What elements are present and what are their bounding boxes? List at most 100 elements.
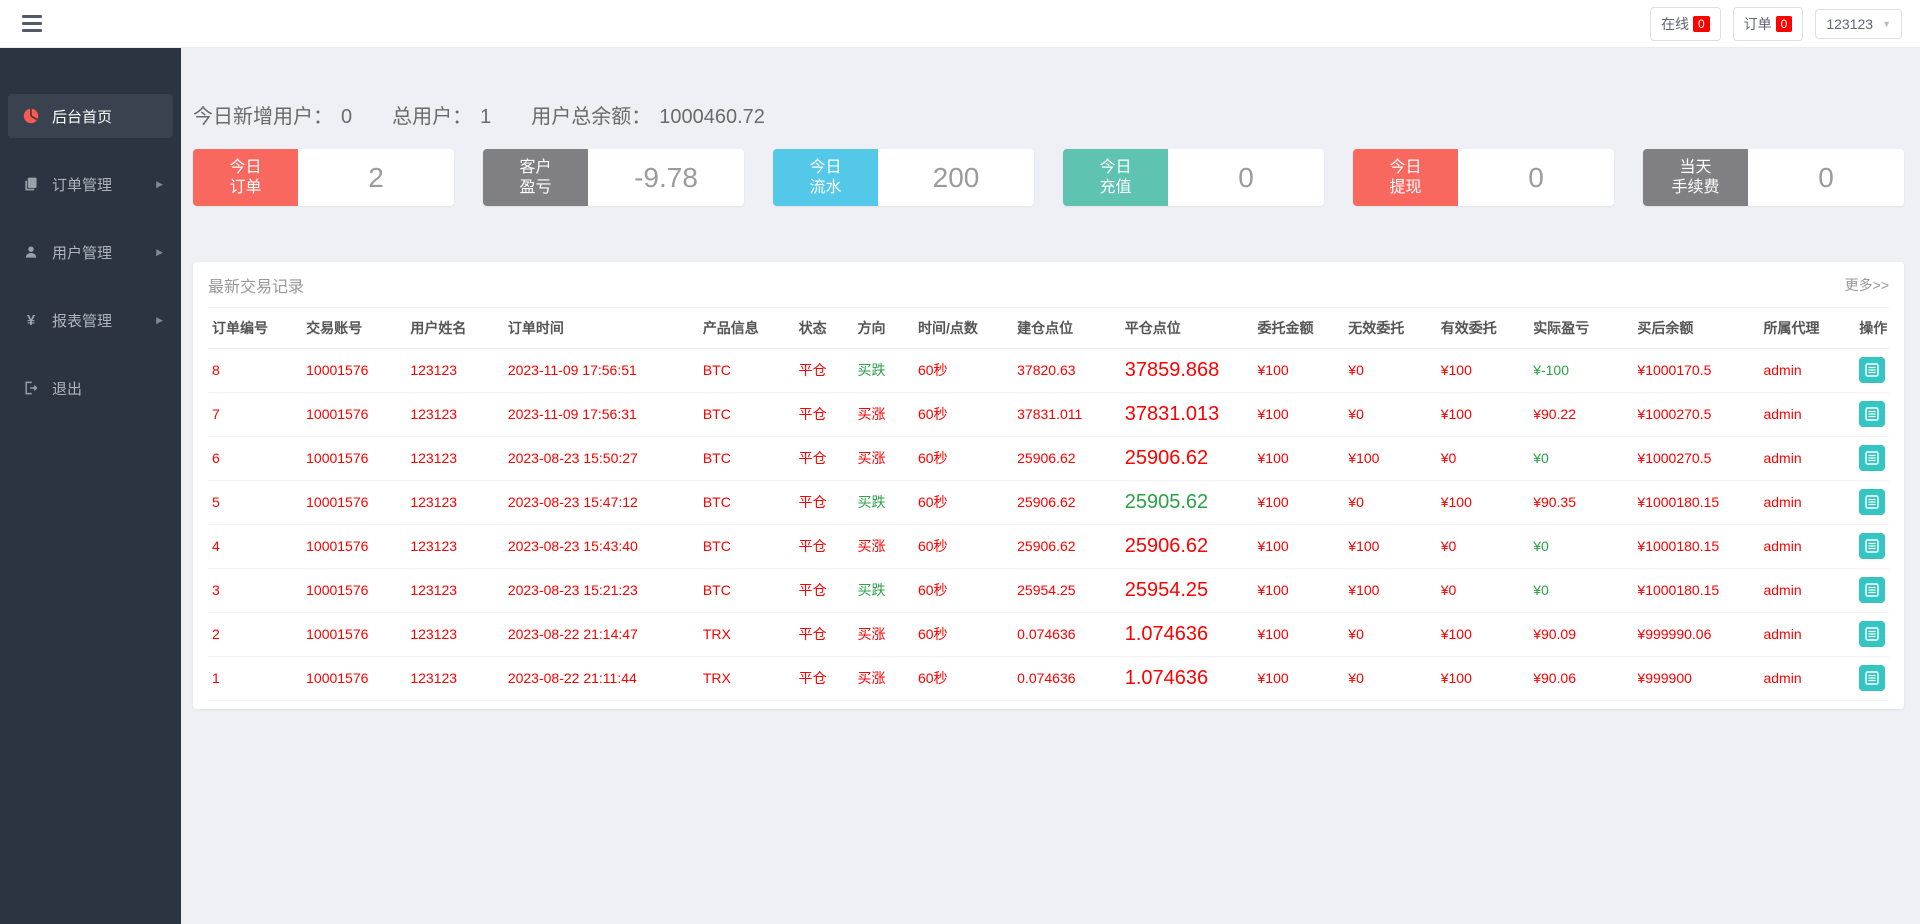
row-detail-button[interactable] bbox=[1859, 401, 1885, 427]
orders-icon bbox=[20, 176, 42, 192]
cell-status: 平仓 bbox=[795, 568, 854, 612]
cell-order-id: 5 bbox=[208, 480, 302, 524]
main-content: 今日新增用户：0 总用户：1 用户总余额：1000460.72 今日订单 2 客… bbox=[181, 48, 1920, 924]
cell-direction: 买涨 bbox=[853, 656, 914, 700]
column-header: 产品信息 bbox=[699, 308, 795, 348]
table-row: 2 10001576 123123 2023-08-22 21:14:47 TR… bbox=[208, 612, 1889, 656]
cell-account: 10001576 bbox=[302, 568, 406, 612]
orders-count-button[interactable]: 订单 0 bbox=[1733, 7, 1804, 41]
list-icon bbox=[1865, 495, 1879, 509]
cell-actual-profit: ¥90.35 bbox=[1529, 480, 1633, 524]
row-detail-button[interactable] bbox=[1859, 533, 1885, 559]
cell-open-point: 37820.63 bbox=[1013, 348, 1121, 392]
list-icon bbox=[1865, 627, 1879, 641]
cell-balance-after: ¥1000180.15 bbox=[1633, 568, 1759, 612]
cell-agent: admin bbox=[1759, 480, 1855, 524]
column-header: 委托金额 bbox=[1254, 308, 1345, 348]
cell-close-point: 25906.62 bbox=[1121, 524, 1254, 568]
cell-actual-profit: ¥90.22 bbox=[1529, 392, 1633, 436]
sidebar-item-reports[interactable]: ¥ 报表管理 ▶ bbox=[8, 298, 173, 342]
card-today-fees: 当天手续费 0 bbox=[1643, 149, 1904, 206]
cell-status: 平仓 bbox=[795, 480, 854, 524]
column-header: 方向 bbox=[853, 308, 914, 348]
list-icon bbox=[1865, 363, 1879, 377]
cell-order-time: 2023-08-22 21:14:47 bbox=[504, 612, 699, 656]
cell-open-point: 0.074636 bbox=[1013, 612, 1121, 656]
list-icon bbox=[1865, 539, 1879, 553]
cell-agent: admin bbox=[1759, 612, 1855, 656]
online-label: 在线 bbox=[1661, 14, 1689, 34]
username-label: 123123 bbox=[1826, 16, 1873, 32]
sidebar-item-dashboard[interactable]: 后台首页 bbox=[8, 94, 173, 138]
card-today-withdraw: 今日提现 0 bbox=[1353, 149, 1614, 206]
cell-direction: 买涨 bbox=[853, 612, 914, 656]
row-detail-button[interactable] bbox=[1859, 577, 1885, 603]
cell-invalid-order: ¥100 bbox=[1344, 436, 1436, 480]
cell-order-time: 2023-08-23 15:50:27 bbox=[504, 436, 699, 480]
row-detail-button[interactable] bbox=[1859, 357, 1885, 383]
cell-agent: admin bbox=[1759, 436, 1855, 480]
cell-status: 平仓 bbox=[795, 392, 854, 436]
cell-username: 123123 bbox=[406, 568, 503, 612]
cell-balance-after: ¥1000270.5 bbox=[1633, 392, 1759, 436]
cell-product: BTC bbox=[699, 480, 795, 524]
hamburger-menu-icon[interactable] bbox=[18, 11, 46, 36]
card-customer-pnl: 客户盈亏 -9.78 bbox=[483, 149, 744, 206]
stat-label: 今日新增用户： bbox=[193, 106, 333, 128]
cell-amount: ¥100 bbox=[1254, 656, 1345, 700]
cell-order-time: 2023-08-23 15:43:40 bbox=[504, 524, 699, 568]
cell-valid-order: ¥100 bbox=[1437, 480, 1529, 524]
cell-order-time: 2023-08-23 15:21:23 bbox=[504, 568, 699, 612]
cell-status: 平仓 bbox=[795, 656, 854, 700]
sidebar: 后台首页 订单管理 ▶ 用户管理 ▶ ¥ 报表管理 ▶ 退出 bbox=[0, 48, 181, 924]
cell-agent: admin bbox=[1759, 568, 1855, 612]
cell-close-point: 25905.62 bbox=[1121, 480, 1254, 524]
column-header: 有效委托 bbox=[1437, 308, 1529, 348]
sidebar-item-orders[interactable]: 订单管理 ▶ bbox=[8, 162, 173, 206]
cell-direction: 买涨 bbox=[853, 524, 914, 568]
cell-valid-order: ¥100 bbox=[1437, 656, 1529, 700]
cell-open-point: 25906.62 bbox=[1013, 524, 1121, 568]
card-label: 当天手续费 bbox=[1643, 149, 1748, 206]
stat-total-users: 总用户： 1 bbox=[392, 100, 491, 129]
cell-balance-after: ¥1000270.5 bbox=[1633, 436, 1759, 480]
cell-agent: admin bbox=[1759, 348, 1855, 392]
panel-title: 最新交易记录 bbox=[208, 273, 304, 297]
cell-close-point: 25906.62 bbox=[1121, 436, 1254, 480]
row-detail-button[interactable] bbox=[1859, 489, 1885, 515]
cell-valid-order: ¥0 bbox=[1437, 436, 1529, 480]
stat-value: 1 bbox=[480, 106, 491, 128]
card-value: 0 bbox=[1748, 149, 1904, 206]
sidebar-item-users[interactable]: 用户管理 ▶ bbox=[8, 230, 173, 274]
topbar: 在线 0 订单 0 123123 ▼ bbox=[0, 0, 1920, 48]
table-row: 7 10001576 123123 2023-11-09 17:56:31 BT… bbox=[208, 392, 1889, 436]
cell-duration: 60秒 bbox=[914, 612, 1013, 656]
cell-username: 123123 bbox=[406, 436, 503, 480]
cell-close-point: 37831.013 bbox=[1121, 392, 1254, 436]
column-header: 操作 bbox=[1855, 308, 1889, 348]
cell-account: 10001576 bbox=[302, 480, 406, 524]
row-detail-button[interactable] bbox=[1859, 445, 1885, 471]
table-row: 6 10001576 123123 2023-08-23 15:50:27 BT… bbox=[208, 436, 1889, 480]
online-count-button[interactable]: 在线 0 bbox=[1650, 7, 1721, 41]
cell-balance-after: ¥1000180.15 bbox=[1633, 480, 1759, 524]
sidebar-item-logout[interactable]: 退出 bbox=[8, 366, 173, 410]
user-dropdown[interactable]: 123123 ▼ bbox=[1815, 9, 1902, 39]
row-detail-button[interactable] bbox=[1859, 665, 1885, 691]
cell-invalid-order: ¥100 bbox=[1344, 568, 1436, 612]
more-link[interactable]: 更多>> bbox=[1845, 275, 1889, 295]
cell-product: TRX bbox=[699, 612, 795, 656]
cell-direction: 买跌 bbox=[853, 568, 914, 612]
row-detail-button[interactable] bbox=[1859, 621, 1885, 647]
card-label: 客户盈亏 bbox=[483, 149, 588, 206]
stat-label: 总用户： bbox=[392, 106, 472, 128]
cell-status: 平仓 bbox=[795, 348, 854, 392]
stat-value: 1000460.72 bbox=[659, 106, 765, 128]
orders-label: 订单 bbox=[1744, 14, 1772, 34]
cell-actions bbox=[1855, 436, 1889, 480]
list-icon bbox=[1865, 583, 1879, 597]
cell-close-point: 37859.868 bbox=[1121, 348, 1254, 392]
cell-account: 10001576 bbox=[302, 436, 406, 480]
panel-header: 最新交易记录 更多>> bbox=[208, 262, 1889, 308]
cell-username: 123123 bbox=[406, 348, 503, 392]
